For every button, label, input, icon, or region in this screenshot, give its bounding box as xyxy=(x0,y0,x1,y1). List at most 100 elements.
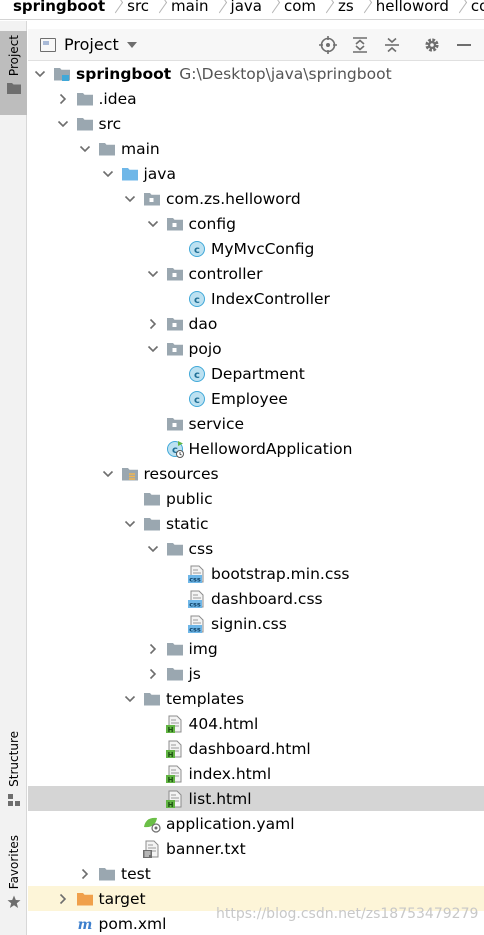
tree-node-config[interactable]: config xyxy=(28,211,484,236)
tree-node-pojo[interactable]: pojo xyxy=(28,336,484,361)
chevron-down-icon[interactable] xyxy=(147,218,159,230)
settings-icon[interactable] xyxy=(422,35,442,55)
tree-node-label: 404.html xyxy=(189,715,259,733)
tree-node-src[interactable]: src xyxy=(28,111,484,136)
tree-node-controller[interactable]: controller xyxy=(28,261,484,286)
svg-text:c: c xyxy=(194,245,200,256)
expand-all-icon[interactable] xyxy=(350,35,370,55)
tree-node-static[interactable]: static xyxy=(28,511,484,536)
project-view-title[interactable]: Project xyxy=(64,35,119,54)
tree-node-templates[interactable]: templates xyxy=(28,686,484,711)
tree-node-springboot[interactable]: springboot G:\Desktop\java\springboot xyxy=(28,61,484,86)
breadcrumb-item[interactable]: com xyxy=(278,0,332,15)
tree-node-index-html[interactable]: Hindex.html xyxy=(28,761,484,786)
tree-node-signin-css[interactable]: css signin.css xyxy=(28,611,484,636)
node-name: java xyxy=(143,164,176,183)
chevron-down-icon[interactable] xyxy=(124,693,136,705)
node-name: css xyxy=(188,539,214,558)
breadcrumb-item[interactable]: helloword xyxy=(370,0,465,15)
tree-node-employee[interactable]: c Employee xyxy=(28,386,484,411)
tree-node-indexcontroller[interactable]: c IndexController xyxy=(28,286,484,311)
tree-node-label: img xyxy=(189,640,218,658)
structure-tool-tab[interactable]: Structure xyxy=(0,731,27,823)
tree-node--idea[interactable]: .idea xyxy=(28,86,484,111)
node-name: js xyxy=(188,664,201,683)
css-file-icon: css xyxy=(188,565,206,583)
module-path: G:\Desktop\java\springboot xyxy=(179,64,392,83)
html-file-icon: H xyxy=(165,740,184,758)
view-dropdown-icon[interactable] xyxy=(126,41,137,48)
tree-node-resources[interactable]: resources xyxy=(28,461,484,486)
chevron-down-icon[interactable] xyxy=(57,118,69,130)
chevron-down-icon[interactable] xyxy=(147,268,159,280)
collapse-all-icon[interactable] xyxy=(382,35,402,55)
node-name: index.html xyxy=(188,764,272,783)
chevron-down-icon[interactable] xyxy=(102,468,114,480)
breadcrumb-item[interactable]: src xyxy=(121,0,165,15)
navigation-bar: springboot src main java com zs helloword confi xyxy=(0,0,484,20)
tree-node-img[interactable]: img xyxy=(28,636,484,661)
chevron-down-icon[interactable] xyxy=(124,193,136,205)
svg-text:H: H xyxy=(167,750,173,757)
chevron-down-icon[interactable] xyxy=(34,68,46,80)
chevron-right-icon[interactable] xyxy=(147,318,159,330)
node-name: Department xyxy=(211,364,305,383)
breadcrumb-separator-icon xyxy=(155,0,165,18)
tree-node-css[interactable]: css xyxy=(28,536,484,561)
maven-icon: m xyxy=(76,915,94,933)
breadcrumb-item[interactable]: confi xyxy=(465,0,484,15)
tree-node-public[interactable]: public xyxy=(28,486,484,511)
favorites-tool-tab[interactable]: Favorites xyxy=(0,835,27,921)
chevron-down-icon[interactable] xyxy=(79,143,91,155)
tree-node-application-yaml[interactable]: application.yaml xyxy=(28,811,484,836)
node-name: list.html xyxy=(188,789,252,808)
project-tool-tab[interactable]: Project xyxy=(0,31,27,115)
tree-node-dashboard-html[interactable]: Hdashboard.html xyxy=(28,736,484,761)
svg-text:c: c xyxy=(194,370,200,381)
tree-node-test[interactable]: test xyxy=(28,861,484,886)
chevron-down-icon[interactable] xyxy=(147,343,159,355)
tree-node-service[interactable]: service xyxy=(28,411,484,436)
html-file-icon: H xyxy=(165,715,184,733)
locate-icon[interactable] xyxy=(318,35,338,55)
tree-node-banner-txt[interactable]: banner.txt xyxy=(28,836,484,861)
left-tool-strip: Project Structure Favorites xyxy=(0,21,27,935)
html-file-icon: H xyxy=(165,790,184,808)
html-file-icon: H xyxy=(165,765,184,783)
breadcrumb-item[interactable]: java xyxy=(225,0,278,15)
tree-node-hellowordapplication[interactable]: c HellowordApplication xyxy=(28,436,484,461)
tree-node-department[interactable]: c Department xyxy=(28,361,484,386)
chevron-right-icon[interactable] xyxy=(79,868,91,880)
tree-node-label: static xyxy=(166,515,209,533)
breadcrumb-item[interactable]: main xyxy=(165,0,224,15)
chevron-right-icon[interactable] xyxy=(147,643,159,655)
tree-node-mymvcconfig[interactable]: c MyMvcConfig xyxy=(28,236,484,261)
css-file-icon: css xyxy=(188,590,206,608)
tree-node-bootstrap-min-css[interactable]: css bootstrap.min.css xyxy=(28,561,484,586)
node-name: service xyxy=(188,414,245,433)
chevron-right-icon[interactable] xyxy=(57,893,69,905)
resources-folder-icon xyxy=(121,465,139,483)
tree-node-com-zs-helloword[interactable]: com.zs.helloword xyxy=(28,186,484,211)
breadcrumb-item[interactable]: springboot xyxy=(0,0,121,15)
node-name: templates xyxy=(166,689,245,708)
chevron-down-icon[interactable] xyxy=(102,168,114,180)
chevron-down-icon[interactable] xyxy=(147,543,159,555)
tree-node-dashboard-css[interactable]: css dashboard.css xyxy=(28,586,484,611)
tree-node-list-html[interactable]: Hlist.html xyxy=(28,786,484,811)
tree-node-main[interactable]: main xyxy=(28,136,484,161)
chevron-down-icon[interactable] xyxy=(124,518,136,530)
tree-node-dao[interactable]: dao xyxy=(28,311,484,336)
chevron-right-icon[interactable] xyxy=(147,668,159,680)
minimize-icon[interactable] xyxy=(454,35,474,55)
tree-node-java[interactable]: java xyxy=(28,161,484,186)
excluded-folder-icon xyxy=(76,890,94,908)
project-toolwindow-header: Project xyxy=(28,29,484,61)
tree-node-label: main xyxy=(121,140,160,158)
chevron-right-icon[interactable] xyxy=(57,93,69,105)
breadcrumb-item[interactable]: zs xyxy=(332,0,370,15)
node-name: pom.xml xyxy=(98,914,167,933)
tree-node-404-html[interactable]: H 404.html xyxy=(28,711,484,736)
java-class-icon: c xyxy=(188,390,206,408)
tree-node-js[interactable]: js xyxy=(28,661,484,686)
